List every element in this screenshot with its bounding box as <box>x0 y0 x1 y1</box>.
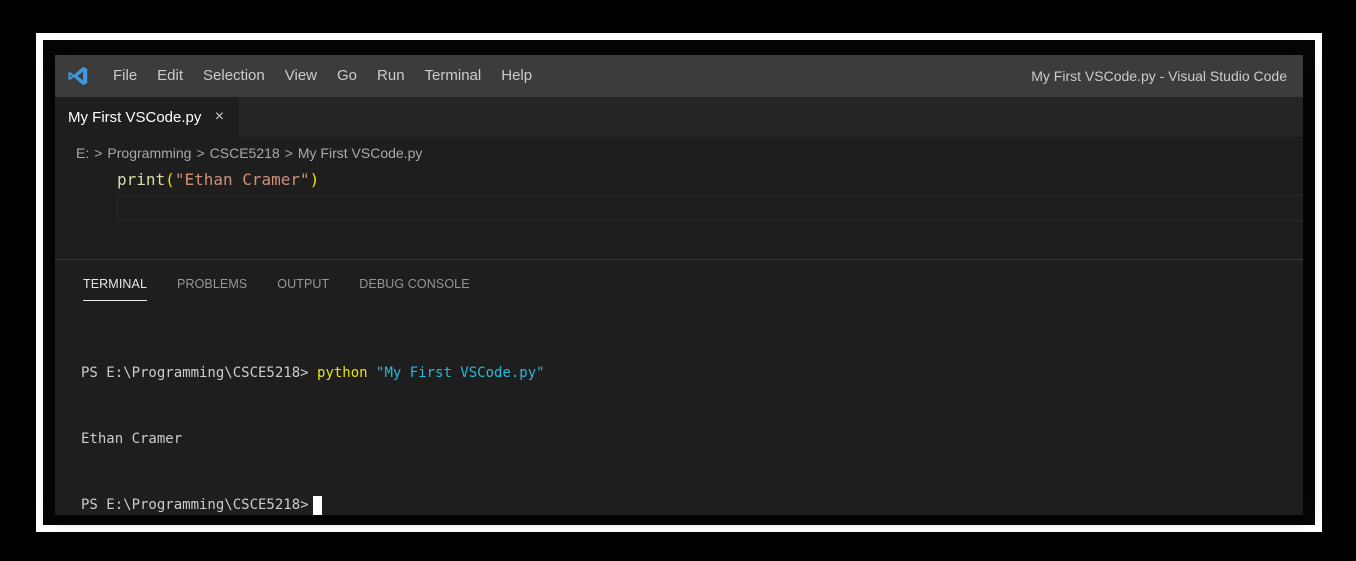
breadcrumb: E: > Programming > CSCE5218 > My First V… <box>76 142 422 164</box>
title-bar: File Edit Selection View Go Run Terminal… <box>55 55 1303 97</box>
menu-bar: File Edit Selection View Go Run Terminal… <box>103 55 542 97</box>
tab-debug-console[interactable]: DEBUG CONSOLE <box>359 273 469 301</box>
current-line-highlight[interactable] <box>117 195 1303 221</box>
breadcrumb-item-drive[interactable]: E: <box>76 145 89 161</box>
panel-divider[interactable] <box>55 259 1303 260</box>
terminal-line: PS E:\Programming\CSCE5218> <box>81 494 545 515</box>
breadcrumb-separator: > <box>94 145 103 161</box>
menu-terminal[interactable]: Terminal <box>415 55 492 97</box>
menu-edit[interactable]: Edit <box>147 55 193 97</box>
breadcrumb-separator: > <box>284 145 293 161</box>
breadcrumb-item-csce5218[interactable]: CSCE5218 <box>210 145 280 161</box>
breadcrumb-item-file[interactable]: My First VSCode.py <box>298 145 422 161</box>
menu-view[interactable]: View <box>275 55 327 97</box>
terminal-output[interactable]: PS E:\Programming\CSCE5218> python "My F… <box>81 318 545 515</box>
tab-label: My First VSCode.py <box>68 108 202 126</box>
terminal-argument: "My First VSCode.py" <box>367 365 545 381</box>
tab-problems[interactable]: PROBLEMS <box>177 273 247 301</box>
tab-my-first-vscode-py[interactable]: My First VSCode.py × <box>55 97 240 137</box>
menu-run[interactable]: Run <box>367 55 415 97</box>
menu-file[interactable]: File <box>103 55 147 97</box>
window-title: My First VSCode.py - Visual Studio Code <box>1031 68 1287 84</box>
breadcrumb-item-programming[interactable]: Programming <box>107 145 191 161</box>
terminal-cursor[interactable] <box>312 495 322 515</box>
breadcrumb-separator: > <box>196 145 205 161</box>
code-token-function: print <box>117 170 166 189</box>
menu-help[interactable]: Help <box>491 55 542 97</box>
menu-go[interactable]: Go <box>327 55 367 97</box>
editor-tab-bar: My First VSCode.py × <box>55 97 1303 137</box>
terminal-command: python <box>317 365 368 381</box>
tab-terminal[interactable]: TERMINAL <box>83 273 148 301</box>
close-icon[interactable]: × <box>211 108 227 126</box>
menu-selection[interactable]: Selection <box>193 55 275 97</box>
code-token-paren-open: ( <box>165 170 175 189</box>
vscode-logo-icon[interactable] <box>67 65 89 87</box>
code-line-1[interactable]: print("Ethan Cramer") <box>117 170 319 189</box>
terminal-line: PS E:\Programming\CSCE5218> python "My F… <box>81 362 545 384</box>
terminal-line: Ethan Cramer <box>81 428 545 450</box>
code-editor[interactable]: print("Ethan Cramer") <box>55 167 1303 257</box>
panel-tab-bar: TERMINAL PROBLEMS OUTPUT DEBUG CONSOLE <box>83 273 500 301</box>
code-token-paren-close: ) <box>309 170 320 189</box>
vscode-window: File Edit Selection View Go Run Terminal… <box>55 55 1303 515</box>
tab-output[interactable]: OUTPUT <box>277 273 329 301</box>
terminal-output-text: Ethan Cramer <box>81 431 183 447</box>
terminal-prompt: PS E:\Programming\CSCE5218> <box>81 497 309 513</box>
terminal-prompt: PS E:\Programming\CSCE5218> <box>81 365 318 381</box>
code-token-string: "Ethan Cramer" <box>174 170 310 189</box>
